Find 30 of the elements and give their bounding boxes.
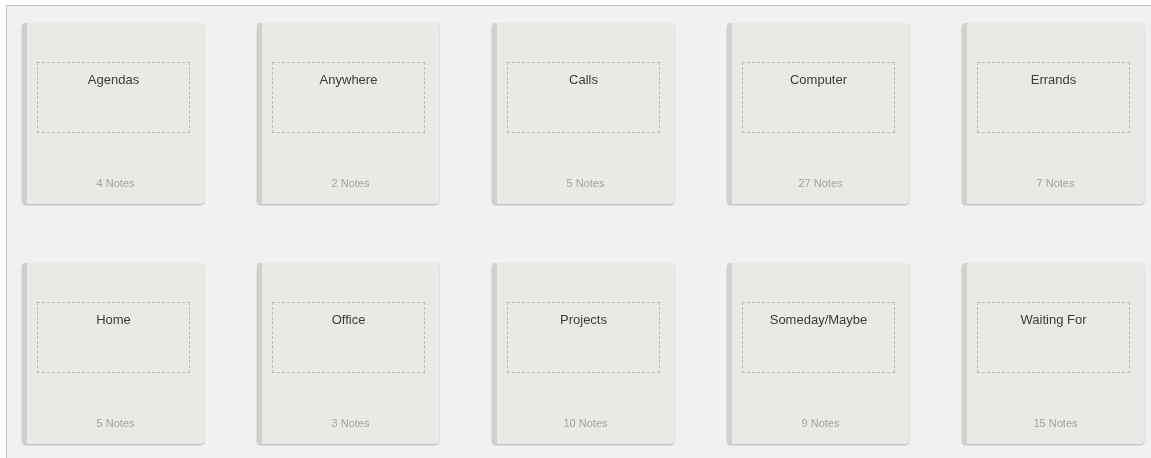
note-count: 27 Notes <box>798 177 843 189</box>
notebook-card[interactable]: Calls 5 Notes <box>492 23 674 204</box>
note-count: 5 Notes <box>566 177 605 189</box>
notebook-title: Computer <box>789 72 848 89</box>
note-count: 4 Notes <box>96 177 135 189</box>
notebook-title: Projects <box>560 312 607 329</box>
note-count: 2 Notes <box>331 177 370 189</box>
notebook-card[interactable]: Projects 10 Notes <box>492 263 674 444</box>
note-count: 7 Notes <box>1036 177 1075 189</box>
note-count: 9 Notes <box>801 417 840 429</box>
notebook-card[interactable]: Anywhere 2 Notes <box>257 23 439 204</box>
notebook-card[interactable]: Office 3 Notes <box>257 263 439 444</box>
notebook-card[interactable]: Home 5 Notes <box>22 263 204 444</box>
notebook-card[interactable]: Agendas 4 Notes <box>22 23 204 204</box>
notebook-card[interactable]: Computer 27 Notes <box>727 23 909 204</box>
note-count: 10 Notes <box>563 417 608 429</box>
notebook-card[interactable]: Waiting For 15 Notes <box>962 263 1144 444</box>
note-count: 5 Notes <box>96 417 135 429</box>
notebook-title: Agendas <box>87 72 140 89</box>
notebook-title: Errands <box>1030 72 1077 89</box>
notebook-title: Office <box>331 312 366 329</box>
notebook-title: Anywhere <box>319 72 378 89</box>
note-count: 15 Notes <box>1033 417 1078 429</box>
notebook-title: Someday/Maybe <box>769 312 868 329</box>
note-count: 3 Notes <box>331 417 370 429</box>
notebook-card[interactable]: Errands 7 Notes <box>962 23 1144 204</box>
notebook-title: Home <box>96 312 131 329</box>
notebook-title: Waiting For <box>1020 312 1087 329</box>
notebook-title: Calls <box>569 72 598 89</box>
notebook-card[interactable]: Someday/Maybe 9 Notes <box>727 263 909 444</box>
